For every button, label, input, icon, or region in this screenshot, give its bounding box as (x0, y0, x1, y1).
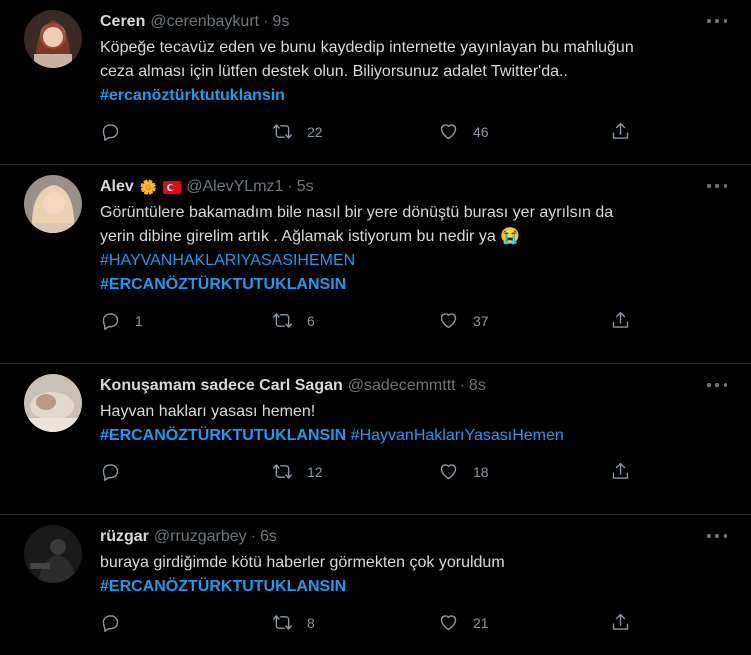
display-name[interactable]: Konuşamam sadece Carl Sagan (100, 374, 343, 398)
tweet-line: Hayvan hakları yasası hemen! (100, 403, 316, 420)
avatar[interactable] (24, 525, 82, 583)
avatar[interactable] (24, 374, 82, 432)
tweet-line: Görüntülere bakamadım bile nasıl bir yer… (100, 204, 614, 221)
retweet-icon (273, 464, 292, 479)
reply-icon (102, 124, 119, 141)
reply-button[interactable] (100, 461, 135, 482)
retweet-icon (273, 313, 292, 328)
flower-emoji: 🌼 (139, 179, 158, 195)
reply-icon (102, 464, 119, 481)
share-button[interactable] (610, 310, 631, 331)
like-count: 46 (473, 123, 489, 140)
display-name[interactable]: rüzgar (100, 525, 149, 549)
more-dots-icon[interactable] (707, 178, 727, 194)
share-icon (612, 122, 629, 139)
timestamp[interactable]: 6s (260, 525, 277, 549)
like-button[interactable]: 21 (438, 612, 489, 633)
retweet-button[interactable]: 6 (272, 310, 315, 331)
like-button[interactable]: 46 (438, 121, 489, 142)
tweet-text: Köpeğe tecavüz eden ve bunu kaydedip int… (100, 36, 735, 108)
tweet-actions: 22 46 (100, 121, 735, 155)
heart-icon (440, 615, 457, 631)
reply-button[interactable]: 1 (100, 310, 143, 331)
separator-dot: · (459, 377, 465, 394)
tweet[interactable]: Alev 🌼 @AlevYLmz1 · 5s Görüntülere bakam… (0, 165, 751, 364)
tweet-text: buraya girdiğimde kötü haberler görmekte… (100, 551, 735, 599)
like-count: 21 (473, 614, 489, 631)
retweet-button[interactable]: 12 (272, 461, 323, 482)
reply-count: 1 (135, 312, 143, 329)
tweet-line: yerin dibine girelim artık . Ağlamak ist… (100, 228, 521, 245)
tweet-header: Alev 🌼 @AlevYLmz1 · 5s (100, 175, 735, 199)
hashtag-link[interactable]: #ERCANÖZTÜRKTUTUKLANSIN (100, 276, 346, 293)
tweet-actions: 12 18 (100, 461, 735, 495)
like-button[interactable]: 37 (438, 310, 489, 331)
tweet[interactable]: rüzgar @rruzgarbey · 6s buraya girdiğimd… (0, 515, 751, 655)
heart-icon (440, 464, 457, 480)
avatar[interactable] (24, 175, 82, 233)
tweet[interactable]: Konuşamam sadece Carl Sagan @sadecemmttt… (0, 364, 751, 515)
retweet-icon (273, 615, 292, 630)
like-count: 18 (473, 463, 489, 480)
tweet-text: Görüntülere bakamadım bile nasıl bir yer… (100, 201, 735, 297)
tweet-line: Köpeğe tecavüz eden ve bunu kaydedip int… (100, 39, 634, 56)
share-button[interactable] (610, 612, 631, 633)
tweet-feed: Ceren @cerenbaykurt · 9s Köpeğe tecavüz … (0, 0, 751, 655)
like-button[interactable]: 18 (438, 461, 489, 482)
tweet-text: Hayvan hakları yasası hemen! #ERCANÖZTÜR… (100, 400, 735, 448)
avatar[interactable] (24, 10, 82, 68)
hashtag-link[interactable]: #HayvanHaklarıYasasıHemen (351, 427, 564, 444)
tweet-line: buraya girdiğimde kötü haberler görmekte… (100, 554, 505, 571)
share-icon (612, 311, 629, 328)
hashtag-link[interactable]: #ERCANÖZTÜRKTUTUKLANSIN (100, 578, 346, 595)
turkey-flag-icon (163, 180, 182, 194)
separator-dot: · (263, 13, 269, 30)
user-handle[interactable]: @AlevYLmz1 (186, 175, 283, 199)
retweet-count: 12 (307, 463, 323, 480)
retweet-count: 22 (307, 123, 323, 140)
hashtag-link[interactable]: #ercanöztürktutuklansin (100, 87, 285, 104)
heart-icon (440, 313, 457, 329)
user-handle[interactable]: @rruzgarbey (154, 525, 247, 549)
display-name[interactable]: Alev (100, 175, 134, 199)
display-name[interactable]: Ceren (100, 10, 145, 34)
tweet-header: Konuşamam sadece Carl Sagan @sadecemmttt… (100, 374, 735, 398)
timestamp[interactable]: 8s (469, 374, 486, 398)
more-dots-icon[interactable] (707, 13, 727, 29)
user-handle[interactable]: @cerenbaykurt (150, 10, 259, 34)
timestamp[interactable]: 9s (272, 10, 289, 34)
tweet-line: ceza alması için lütfen destek olun. Bil… (100, 63, 568, 80)
reply-icon (102, 615, 119, 632)
retweet-count: 6 (307, 312, 315, 329)
share-icon (612, 462, 629, 479)
reply-button[interactable] (100, 612, 135, 633)
hashtag-link[interactable]: #ERCANÖZTÜRKTUTUKLANSIN (100, 427, 346, 444)
tweet-header: Ceren @cerenbaykurt · 9s (100, 10, 735, 34)
retweet-button[interactable]: 8 (272, 612, 315, 633)
share-button[interactable] (610, 121, 631, 142)
retweet-button[interactable]: 22 (272, 121, 323, 142)
more-dots-icon[interactable] (707, 377, 727, 393)
tweet-actions: 8 21 (100, 612, 735, 646)
hashtag-link[interactable]: #HAYVANHAKLARIYASASIHEMEN (100, 252, 355, 269)
more-dots-icon[interactable] (707, 528, 727, 544)
retweet-icon (273, 124, 292, 139)
user-handle[interactable]: @sadecemmttt (348, 374, 456, 398)
like-count: 37 (473, 312, 489, 329)
reply-button[interactable] (100, 121, 135, 142)
tweet[interactable]: Ceren @cerenbaykurt · 9s Köpeğe tecavüz … (0, 0, 751, 165)
separator-dot: · (250, 528, 256, 545)
timestamp[interactable]: 5s (297, 175, 314, 199)
separator-dot: · (287, 178, 293, 195)
tweet-actions: 1 6 37 (100, 310, 735, 344)
tweet-header: rüzgar @rruzgarbey · 6s (100, 525, 735, 549)
retweet-count: 8 (307, 614, 315, 631)
reply-icon (102, 313, 119, 330)
heart-icon (440, 124, 457, 140)
share-icon (612, 613, 629, 630)
share-button[interactable] (610, 461, 631, 482)
